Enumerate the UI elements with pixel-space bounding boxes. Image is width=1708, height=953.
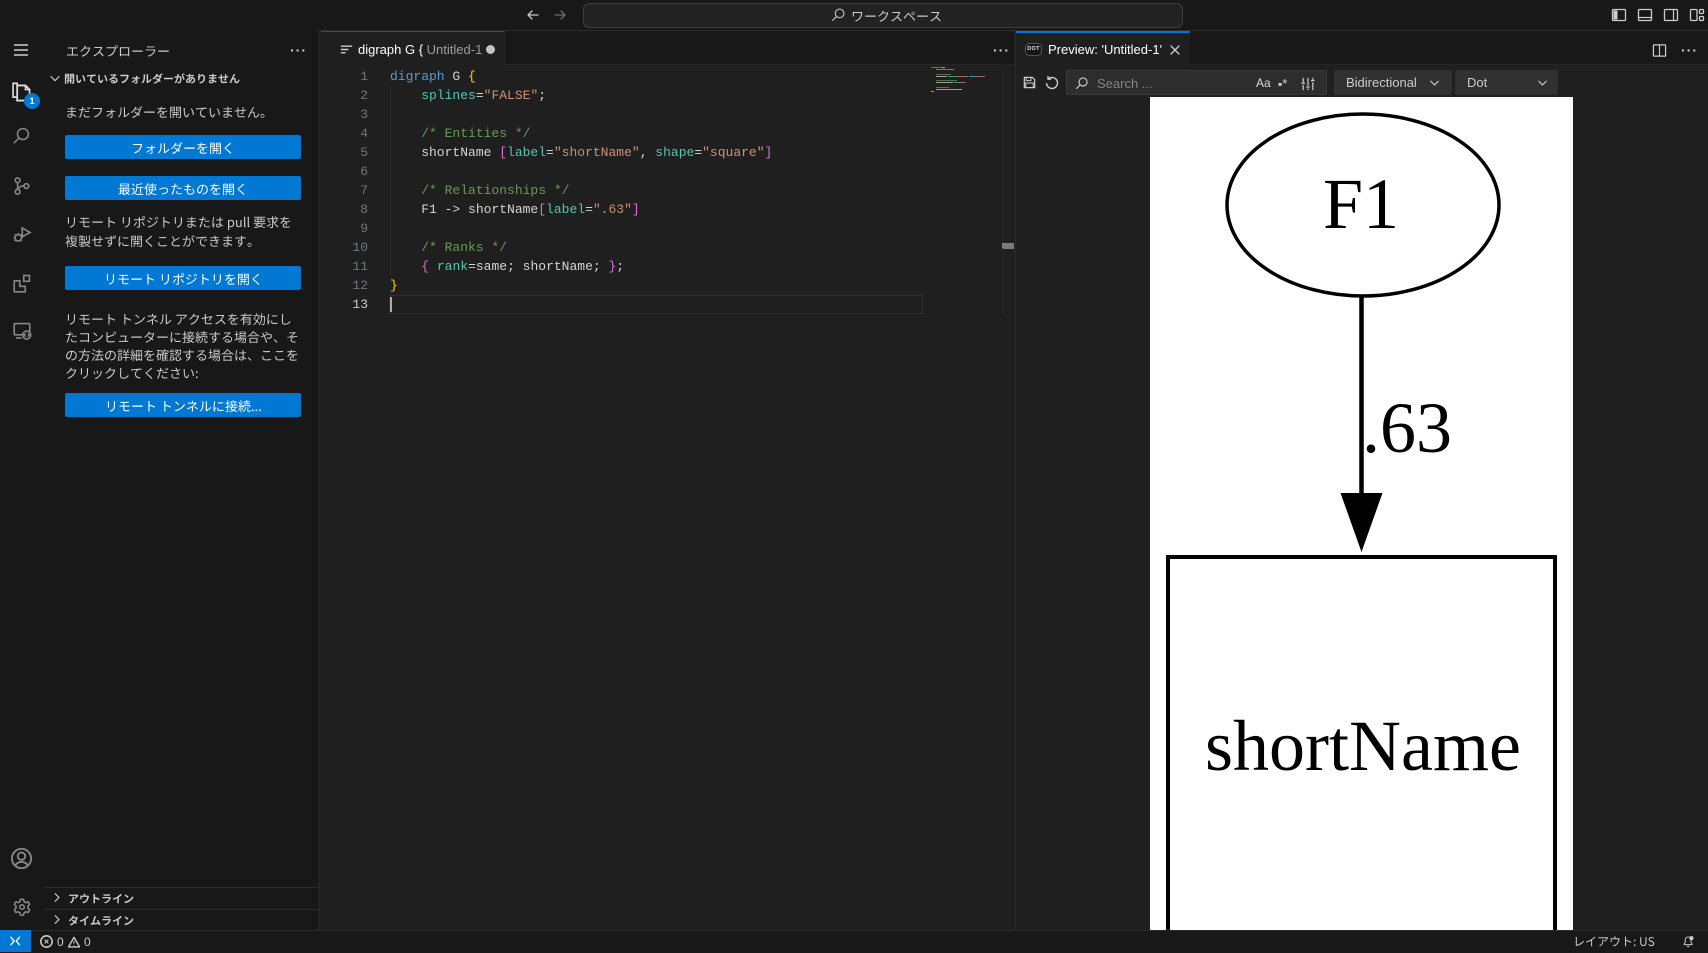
svg-text:shortName: shortName <box>1205 706 1521 786</box>
svg-text:.63: .63 <box>1362 388 1452 468</box>
svg-text:F1: F1 <box>1323 164 1399 244</box>
